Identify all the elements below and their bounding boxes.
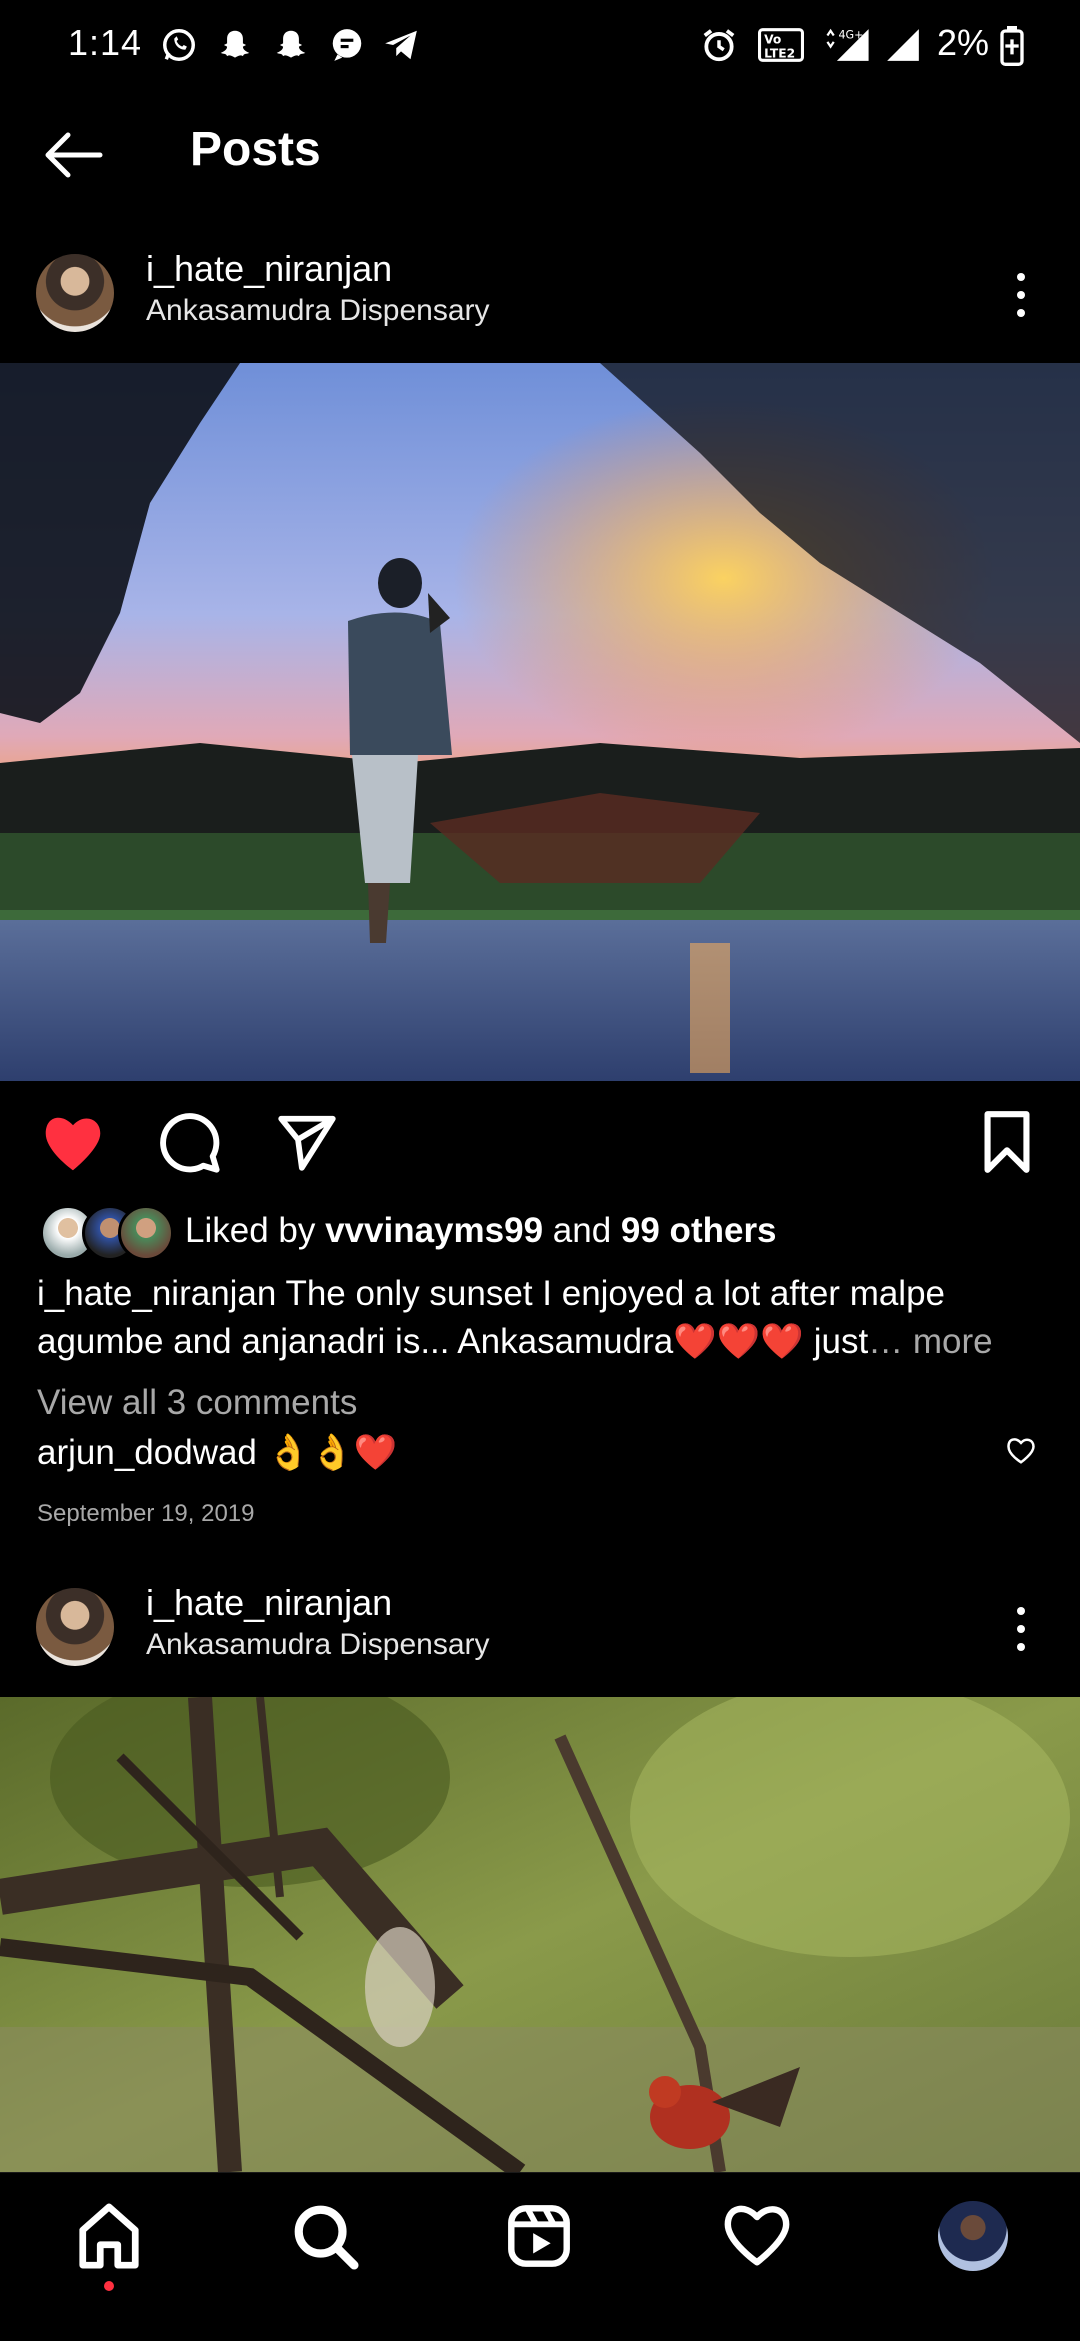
likes-middle: and bbox=[543, 1211, 621, 1250]
volte-icon: VoLTE2 bbox=[758, 28, 804, 62]
comment-text: 👌👌❤️ bbox=[256, 1433, 398, 1472]
messages-icon bbox=[332, 29, 362, 61]
caption-more-link[interactable]: … more bbox=[868, 1322, 992, 1361]
snapchat-icon bbox=[220, 30, 250, 58]
whatsapp-icon bbox=[163, 29, 195, 61]
activity-heart-icon[interactable] bbox=[722, 2201, 792, 2271]
comment-like-heart-icon[interactable] bbox=[1006, 1437, 1036, 1465]
svg-text:Vo: Vo bbox=[764, 32, 781, 46]
page-title: Posts bbox=[190, 123, 321, 176]
reels-icon[interactable] bbox=[504, 2201, 574, 2271]
post-header: i_hate_niranjan Ankasamudra Dispensary bbox=[0, 1556, 1080, 1696]
likes-prefix: Liked by bbox=[185, 1211, 326, 1250]
status-time: 1:14 bbox=[68, 22, 143, 63]
post-location[interactable]: Ankasamudra Dispensary bbox=[146, 1628, 490, 1662]
telegram-icon bbox=[385, 30, 417, 60]
comment-username[interactable]: arjun_dodwad bbox=[37, 1433, 257, 1472]
post-date: September 19, 2019 bbox=[37, 1500, 255, 1527]
post-image[interactable] bbox=[0, 1697, 1080, 2172]
comment-preview: arjun_dodwad 👌👌❤️ bbox=[37, 1432, 397, 1473]
post-location[interactable]: Ankasamudra Dispensary bbox=[146, 294, 490, 328]
back-arrow-icon[interactable] bbox=[40, 130, 106, 180]
battery-charging-icon bbox=[1000, 26, 1024, 66]
status-bar: 1:14 Vo LTE2 4G+ 2% bbox=[0, 0, 1080, 92]
search-icon[interactable] bbox=[290, 2201, 360, 2271]
likes-text[interactable]: Liked by vvvinayms99 and 99 others bbox=[185, 1211, 777, 1251]
post-header: i_hate_niranjan Ankasamudra Dispensary bbox=[0, 222, 1080, 362]
post-image[interactable] bbox=[0, 363, 1080, 1081]
post-username[interactable]: i_hate_niranjan bbox=[146, 248, 392, 290]
svg-text:4G+: 4G+ bbox=[839, 29, 864, 42]
svg-text:LTE2: LTE2 bbox=[764, 46, 795, 60]
signal-icon bbox=[887, 29, 919, 61]
avatar[interactable] bbox=[36, 1588, 114, 1666]
save-bookmark-icon[interactable] bbox=[982, 1111, 1032, 1173]
alarm-icon bbox=[703, 29, 735, 62]
profile-avatar[interactable] bbox=[938, 2201, 1008, 2271]
battery-percent: 2% bbox=[937, 22, 990, 63]
likes-others[interactable]: 99 others bbox=[621, 1211, 777, 1250]
page-header: Posts bbox=[0, 92, 1080, 222]
likes-summary[interactable]: Liked by vvvinayms99 and 99 others bbox=[0, 1205, 1080, 1261]
share-icon[interactable] bbox=[276, 1113, 338, 1171]
like-heart-icon[interactable] bbox=[40, 1113, 106, 1173]
comment-icon[interactable] bbox=[158, 1111, 222, 1175]
snapchat-icon bbox=[276, 30, 306, 58]
view-all-comments-link[interactable]: View all 3 comments bbox=[37, 1383, 357, 1423]
post-caption: i_hate_niranjan The only sunset I enjoye… bbox=[37, 1270, 1047, 1366]
more-options-icon[interactable] bbox=[1010, 270, 1032, 320]
signal-icon: 4G+ bbox=[826, 29, 869, 61]
bottom-navigation bbox=[0, 2172, 1080, 2341]
notification-dot bbox=[104, 2281, 114, 2291]
caption-username[interactable]: i_hate_niranjan bbox=[37, 1274, 276, 1313]
more-options-icon[interactable] bbox=[1010, 1604, 1032, 1654]
home-icon[interactable] bbox=[74, 2201, 144, 2271]
liker-username[interactable]: vvvinayms99 bbox=[325, 1211, 543, 1250]
avatar bbox=[118, 1205, 174, 1261]
post-username[interactable]: i_hate_niranjan bbox=[146, 1582, 392, 1624]
avatar[interactable] bbox=[36, 254, 114, 332]
